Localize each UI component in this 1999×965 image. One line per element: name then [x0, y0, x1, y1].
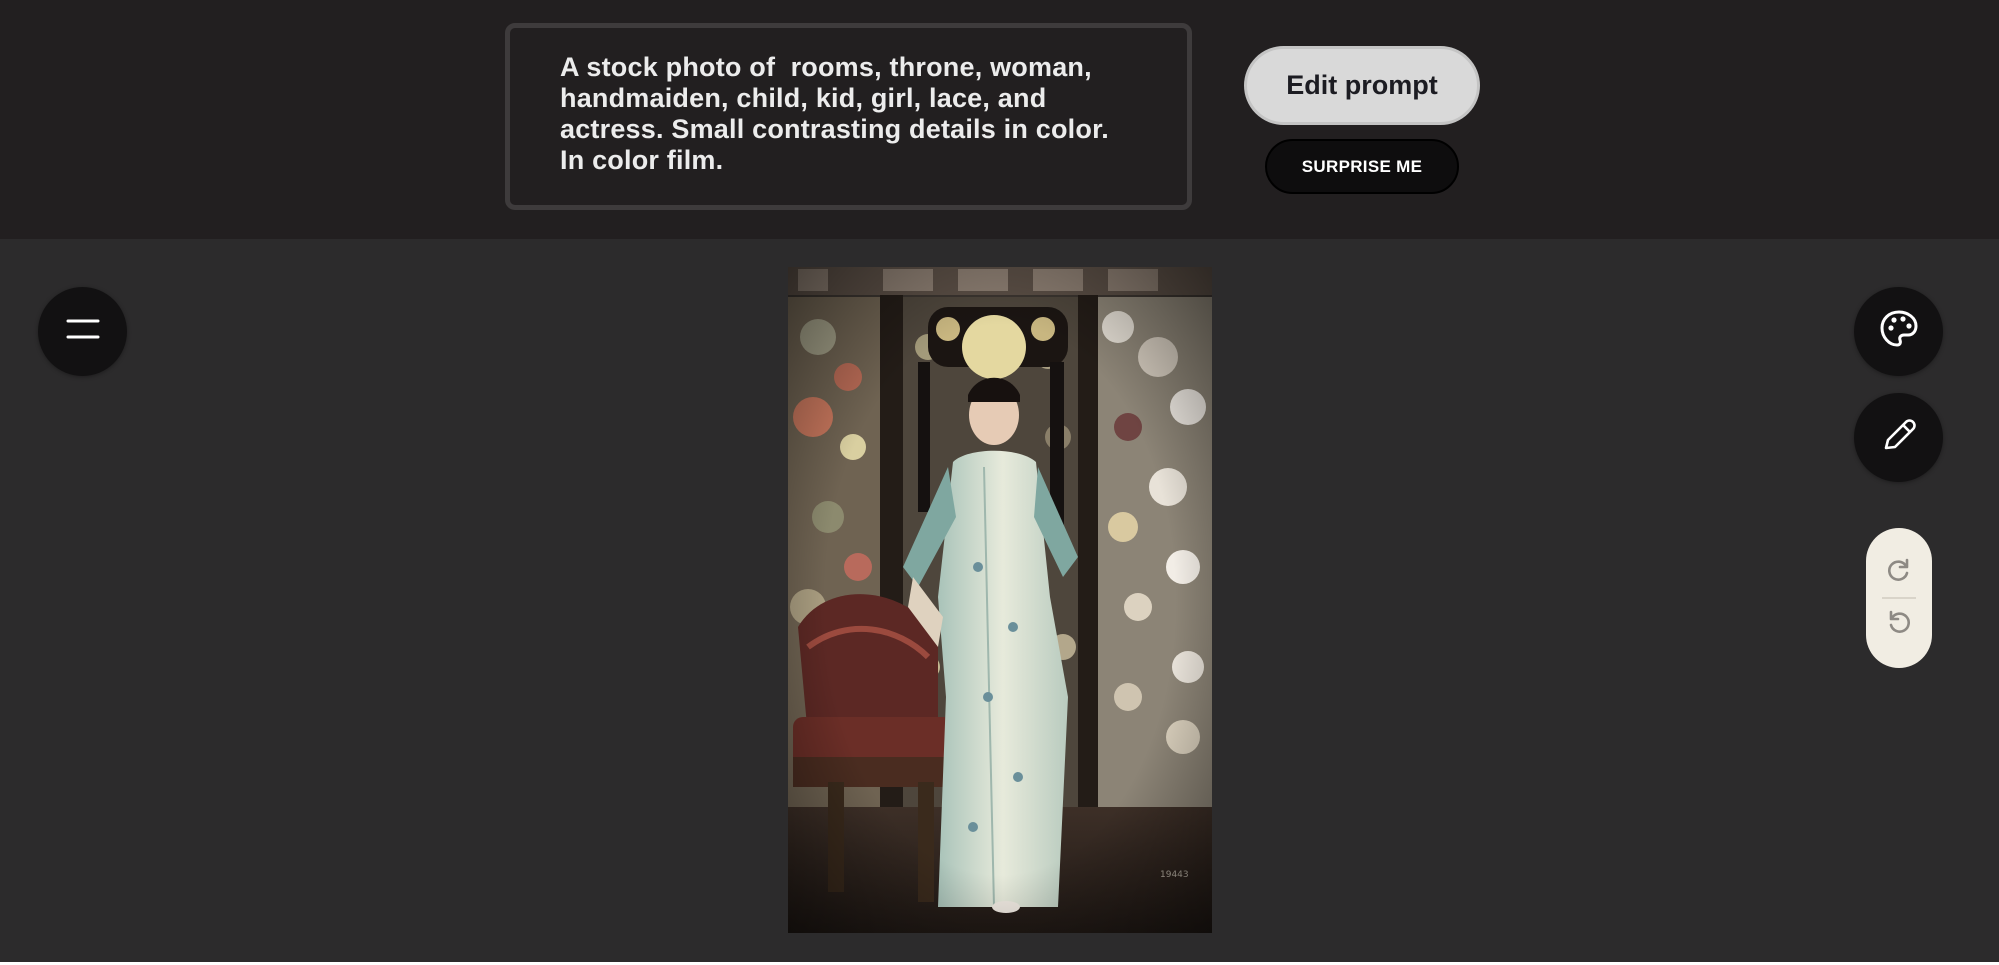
image-canvas: 19443: [0, 239, 1999, 965]
palette-button[interactable]: [1854, 287, 1943, 376]
undo-icon: [1886, 609, 1912, 640]
history-divider: [1882, 597, 1916, 599]
surprise-me-button[interactable]: SURPRISE ME: [1265, 139, 1459, 194]
app-root: A stock photo of rooms, throne, woman, h…: [0, 0, 1999, 965]
redo-icon: [1886, 557, 1912, 588]
palette-icon: [1878, 308, 1920, 355]
undo-button[interactable]: [1884, 609, 1914, 639]
menu-button[interactable]: [38, 287, 127, 376]
pencil-icon: [1879, 415, 1919, 460]
hamburger-menu-icon: [66, 317, 100, 346]
prompt-box[interactable]: A stock photo of rooms, throne, woman, h…: [505, 23, 1192, 210]
edit-prompt-button[interactable]: Edit prompt: [1244, 46, 1480, 125]
edit-pencil-button[interactable]: [1854, 393, 1943, 482]
redo-button[interactable]: [1884, 557, 1914, 587]
prompt-bar: A stock photo of rooms, throne, woman, h…: [0, 0, 1999, 239]
prompt-text: A stock photo of rooms, throne, woman, h…: [560, 52, 1109, 175]
history-controls: [1866, 528, 1932, 668]
generated-image[interactable]: 19443: [788, 267, 1212, 933]
